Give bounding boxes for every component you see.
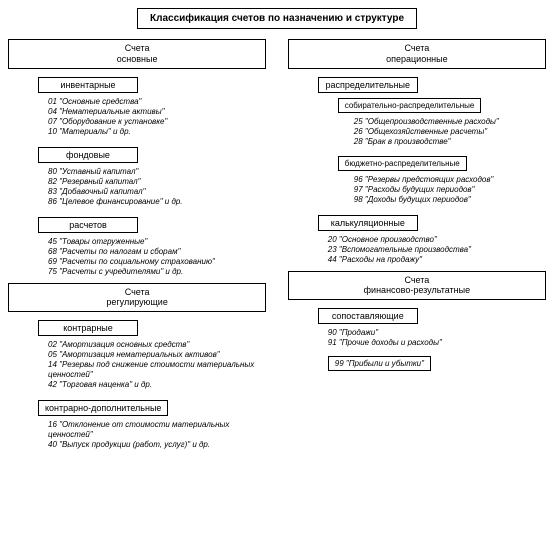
left-column: Счетаосновные инвентарные 01 "Основные с… [8, 39, 266, 456]
sub-raschetov: расчетов [38, 217, 138, 233]
group-osnovnye: Счетаосновные [8, 39, 266, 69]
items-kalkulyatsionnye: 20 "Основное производство" 23 "Вспомогат… [328, 235, 546, 265]
item: 75 "Расчеты с учредителями" и др. [48, 267, 266, 277]
single-pribyli-ubytki: 99 "Прибыли и убытки" [328, 356, 431, 371]
right-column: Счетаоперационные распределительные соби… [288, 39, 546, 456]
items-sopostavlyaushchie: 90 "Продажи" 91 "Прочие доходы и расходы… [328, 328, 546, 348]
item: 42 "Торговая наценка" и др. [48, 380, 266, 390]
item: 20 "Основное производство" [328, 235, 546, 245]
sub-kontrarno-dopolnitelnye: контрарно-дополнительные [38, 400, 168, 416]
item: 26 "Общехозяйственные расчеты" [354, 127, 546, 137]
item: 98 "Доходы будущих периодов" [354, 195, 546, 205]
sub-kontrarnye: контрарные [38, 320, 138, 336]
diagram-columns: Счетаосновные инвентарные 01 "Основные с… [8, 39, 546, 456]
item: 10 "Материалы" и др. [48, 127, 266, 137]
item: 40 "Выпуск продукции (работ, услуг)" и д… [48, 440, 266, 450]
items-raschetov: 45 "Товары отгруженные" 68 "Расчеты по н… [48, 237, 266, 277]
diagram-title: Классификация счетов по назначению и стр… [137, 8, 417, 29]
item: 83 "Добавочный капитал" [48, 187, 266, 197]
item: 97 "Расходы будущих периодов" [354, 185, 546, 195]
group-reguliruyushchie: Счетарегулирующие [8, 283, 266, 313]
item: 07 "Оборудование к установке" [48, 117, 266, 127]
group-operatsionnye: Счетаоперационные [288, 39, 546, 69]
item: 16 "Отклонение от стоимости материальных… [48, 420, 266, 440]
sub-kalkulyatsionnye: калькуляционные [318, 215, 418, 231]
items-kontrarno-dopolnitelnye: 16 "Отклонение от стоимости материальных… [48, 420, 266, 450]
item: 23 "Вспомогательные производства" [328, 245, 546, 255]
group-finansovo-rezultatnye: Счетафинансово-результатные [288, 271, 546, 301]
items-byudzhetno: 96 "Резервы предстоящих расходов" 97 "Ра… [354, 175, 546, 205]
item: 14 "Резервы под снижение стоимости матер… [48, 360, 266, 380]
sub2-sobiratelno: собирательно-распределительные [338, 98, 482, 113]
items-fondovye: 80 "Уставный капитал" 82 "Резервный капи… [48, 167, 266, 207]
item: 05 "Амортизация нематериальных активов" [48, 350, 266, 360]
item: 86 "Целевое финансирование" и др. [48, 197, 266, 207]
item: 90 "Продажи" [328, 328, 546, 338]
item: 96 "Резервы предстоящих расходов" [354, 175, 546, 185]
item: 80 "Уставный капитал" [48, 167, 266, 177]
item: 69 "Расчеты по социальному страхованию" [48, 257, 266, 267]
items-kontrarnye: 02 "Амортизация основных средств" 05 "Ам… [48, 340, 266, 390]
item: 25 "Общепроизводственные расходы" [354, 117, 546, 127]
item: 02 "Амортизация основных средств" [48, 340, 266, 350]
sub-inventarnye: инвентарные [38, 77, 138, 93]
item: 28 "Брак в производстве" [354, 137, 546, 147]
item: 44 "Расходы на продажу" [328, 255, 546, 265]
item: 82 "Резервный капитал" [48, 177, 266, 187]
item: 01 "Основные средства" [48, 97, 266, 107]
sub2-byudzhetno: бюджетно-распределительные [338, 156, 467, 171]
item: 45 "Товары отгруженные" [48, 237, 266, 247]
item: 68 "Расчеты по налогам и сборам" [48, 247, 266, 257]
sub-fondovye: фондовые [38, 147, 138, 163]
sub-raspredelitelnye: распределительные [318, 77, 418, 93]
item: 04 "Нематериальные активы" [48, 107, 266, 117]
item: 91 "Прочие доходы и расходы" [328, 338, 546, 348]
items-sobiratelno: 25 "Общепроизводственные расходы" 26 "Об… [354, 117, 546, 147]
sub-sopostavlyaushchie: сопоставляющие [318, 308, 418, 324]
items-inventarnye: 01 "Основные средства" 04 "Нематериальны… [48, 97, 266, 137]
